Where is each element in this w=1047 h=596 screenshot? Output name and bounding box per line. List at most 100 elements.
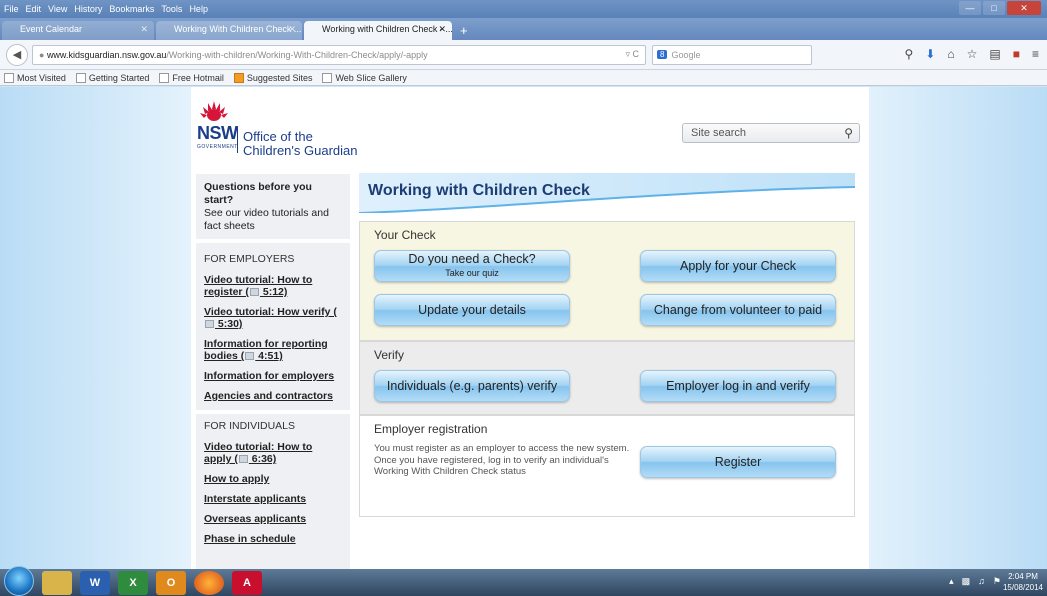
clock-date: 15/08/2014 xyxy=(1002,583,1043,592)
close-window-icon[interactable]: ✕ xyxy=(1007,1,1041,15)
tab-wwcc-1[interactable]: Working With Children Check ... ✕ xyxy=(156,21,302,40)
change-volunteer-paid-button[interactable]: Change from volunteer to paid xyxy=(640,294,836,326)
nsw-logo[interactable]: NSW GOVERNMENT Office of the Children's … xyxy=(197,99,377,158)
url-bar[interactable]: ● www.kidsguardian.nsw.gov.au /Working-w… xyxy=(32,44,646,65)
addon-icon[interactable]: ■ xyxy=(1013,47,1020,61)
outlook-icon[interactable]: O xyxy=(156,570,186,595)
link-phase-in-schedule[interactable]: Phase in schedule xyxy=(204,533,342,545)
tab-close-icon[interactable]: ✕ xyxy=(438,24,446,35)
org-name-line1: Office of the xyxy=(243,129,313,144)
star-icon[interactable]: ☆ xyxy=(967,47,978,61)
video-icon xyxy=(245,352,255,361)
bookmark-suggested-sites[interactable]: Suggested Sites xyxy=(233,72,312,83)
sidebar-employers: FOR EMPLOYERS Video tutorial: How to reg… xyxy=(196,243,350,545)
sidebar-question-text[interactable]: See our video tutorials and fact sheets xyxy=(204,207,342,233)
bookmark-label: Most Visited xyxy=(17,72,66,83)
url-path: /Working-with-children/Working-With-Chil… xyxy=(166,49,428,60)
tab-close-icon[interactable]: ✕ xyxy=(288,24,296,35)
excel-icon[interactable]: X xyxy=(118,570,148,595)
menu-tools[interactable]: Tools xyxy=(161,4,182,14)
window-controls: — □ ✕ xyxy=(959,1,1041,15)
register-button[interactable]: Register xyxy=(640,446,836,478)
suggested-sites-icon xyxy=(233,72,244,83)
registration-description: You must register as an employer to acce… xyxy=(374,443,630,478)
maximize-icon[interactable]: □ xyxy=(983,1,1005,15)
logo-divider xyxy=(237,127,238,153)
link-info-reporting-bodies[interactable]: Information for reporting bodies ( 4:51) xyxy=(204,338,342,362)
toolbar-icons: ⚲ ⬇ ⌂ ☆ ▤ ■ ≡ xyxy=(905,47,1039,61)
need-check-sublabel: Take our quiz xyxy=(445,268,499,278)
firefox-icon[interactable] xyxy=(194,570,224,595)
bookmark-web-slice-gallery[interactable]: Web Slice Gallery xyxy=(322,72,407,83)
org-name-line2: Children's Guardian xyxy=(243,143,358,158)
tab-label: Working With Children Check ... xyxy=(174,24,302,34)
page-icon xyxy=(159,72,170,83)
back-arrow-icon[interactable]: ◀ xyxy=(6,43,28,66)
link-video-how-verify[interactable]: Video tutorial: How verify ( 5:30) xyxy=(204,306,342,330)
search-icon[interactable]: ⚲ xyxy=(905,47,914,61)
new-tab-icon[interactable]: + xyxy=(460,23,468,38)
menu-history[interactable]: History xyxy=(74,4,102,14)
your-check-panel: Your Check Do you need a Check? Take our… xyxy=(359,221,855,341)
search-icon[interactable]: ⚲ xyxy=(844,126,853,140)
browser-search-placeholder: Google xyxy=(671,49,701,60)
file-explorer-icon[interactable] xyxy=(42,570,72,595)
page-content: NSW GOVERNMENT Office of the Children's … xyxy=(191,87,869,569)
menu-help[interactable]: Help xyxy=(189,4,208,14)
site-search-input[interactable]: Site search ⚲ xyxy=(682,123,860,143)
menu-bookmarks[interactable]: Bookmarks xyxy=(109,4,154,14)
link-how-to-apply[interactable]: How to apply xyxy=(204,473,342,485)
start-button[interactable] xyxy=(4,566,34,596)
bookmark-label: Free Hotmail xyxy=(172,72,224,83)
menu-view[interactable]: View xyxy=(48,4,67,14)
clock-time: 2:04 PM xyxy=(1008,572,1038,581)
link-interstate-applicants[interactable]: Interstate applicants xyxy=(204,493,342,505)
word-icon[interactable]: W xyxy=(80,570,110,595)
bookmark-label: Web Slice Gallery xyxy=(335,72,407,83)
reload-icon[interactable]: ▿ C xyxy=(625,49,639,60)
sidebar-individuals-heading: FOR INDIVIDUALS xyxy=(204,420,296,432)
tab-wwcc-active[interactable]: Working with Children Check - ... ✕ xyxy=(304,21,453,40)
reader-icon[interactable]: ▤ xyxy=(989,47,1000,61)
waratah-icon xyxy=(200,101,228,121)
flag-icon[interactable]: ⚑ xyxy=(993,576,1001,587)
link-agencies-contractors[interactable]: Agencies and contractors xyxy=(204,390,342,402)
page-icon xyxy=(75,72,86,83)
download-icon[interactable]: ⬇ xyxy=(925,47,935,61)
browser-search-input[interactable]: 8 Google xyxy=(652,44,812,65)
tray-arrow-icon[interactable]: ▴ xyxy=(949,576,954,587)
update-details-button[interactable]: Update your details xyxy=(374,294,570,326)
link-overseas-applicants[interactable]: Overseas applicants xyxy=(204,513,342,525)
network-icon[interactable]: ▩ xyxy=(962,576,971,587)
bookmark-getting-started[interactable]: Getting Started xyxy=(75,72,150,83)
bookmark-label: Getting Started xyxy=(88,72,150,83)
volume-icon[interactable]: ♫ xyxy=(978,576,985,587)
menu-file[interactable]: File xyxy=(4,4,19,14)
home-icon[interactable]: ⌂ xyxy=(947,47,954,61)
navigation-bar: ◀ ● www.kidsguardian.nsw.gov.au /Working… xyxy=(0,40,1047,70)
individuals-verify-button[interactable]: Individuals (e.g. parents) verify xyxy=(374,370,570,402)
main-content: Working with Children Check Your Check D… xyxy=(359,173,855,518)
link-duration: 6:36) xyxy=(248,453,277,465)
taskbar-clock[interactable]: 2:04 PM 15/08/2014 xyxy=(1003,571,1043,593)
link-video-how-to-apply[interactable]: Video tutorial: How to apply ( 6:36) xyxy=(204,441,342,465)
registration-desc-line: Once you have registered, log in to veri… xyxy=(374,454,609,466)
employer-registration-panel: Employer registration You must register … xyxy=(359,415,855,517)
tab-label: Working with Children Check - ... xyxy=(322,24,453,34)
link-video-how-to-register[interactable]: Video tutorial: How to register ( 5:12) xyxy=(204,274,342,298)
bookmark-free-hotmail[interactable]: Free Hotmail xyxy=(159,72,224,83)
tab-event-calendar[interactable]: Event Calendar ✕ xyxy=(2,21,154,40)
apply-check-button[interactable]: Apply for your Check xyxy=(640,250,836,282)
menu-edit[interactable]: Edit xyxy=(26,4,42,14)
logo-government-text: GOVERNMENT xyxy=(197,144,238,150)
link-info-employers[interactable]: Information for employers xyxy=(204,370,342,382)
logo-nsw-text: NSW xyxy=(197,123,238,143)
employer-login-verify-button[interactable]: Employer log in and verify xyxy=(640,370,836,402)
bookmark-most-visited[interactable]: Most Visited xyxy=(4,72,66,83)
tab-close-icon[interactable]: ✕ xyxy=(140,24,148,35)
need-check-button[interactable]: Do you need a Check? Take our quiz xyxy=(374,250,570,282)
minimize-icon[interactable]: — xyxy=(959,1,981,15)
menu-icon[interactable]: ≡ xyxy=(1032,47,1039,61)
acrobat-icon[interactable]: A xyxy=(232,570,262,595)
registration-desc-line: You must register as an employer to acce… xyxy=(374,443,630,454)
